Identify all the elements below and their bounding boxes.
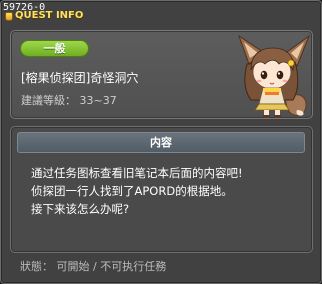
quest-content-panel: 内容 通过任务图标查看旧笔记本后面的内容吧! 侦探团一行人找到了APORD的根据…: [10, 126, 313, 253]
quest-summary-panel: 一般 [榕果侦探团]奇怪洞穴 建議等級： 33~37: [10, 30, 313, 119]
quest-info-window: 59726-0 QUEST INFO 一般 [榕果侦探团]奇怪洞穴 建議等級： …: [0, 0, 322, 284]
content-header: 内容: [17, 132, 305, 153]
window-title: QUEST INFO: [15, 10, 84, 21]
quest-name: [榕果侦探团]奇怪洞穴: [21, 71, 139, 85]
content-line: 通过任务图标查看旧笔记本后面的内容吧!: [31, 166, 243, 180]
content-line: 接下来该怎么办呢?: [31, 202, 130, 216]
recommended-level: 建議等級： 33~37: [21, 94, 117, 107]
content-text: 通过任务图标查看旧笔记本后面的内容吧! 侦探团一行人找到了APORD的根据地。 …: [31, 164, 301, 218]
quest-scroll-icon: [5, 12, 13, 21]
npc-fox-girl-portrait: [238, 34, 311, 118]
quest-category-badge: 一般: [20, 40, 89, 57]
quest-status: 狀態： 可開始 / 不可执行任務: [20, 260, 167, 273]
content-line: 侦探团一行人找到了APORD的根据地。: [31, 184, 233, 198]
title-bar[interactable]: QUEST INFO: [2, 10, 83, 24]
